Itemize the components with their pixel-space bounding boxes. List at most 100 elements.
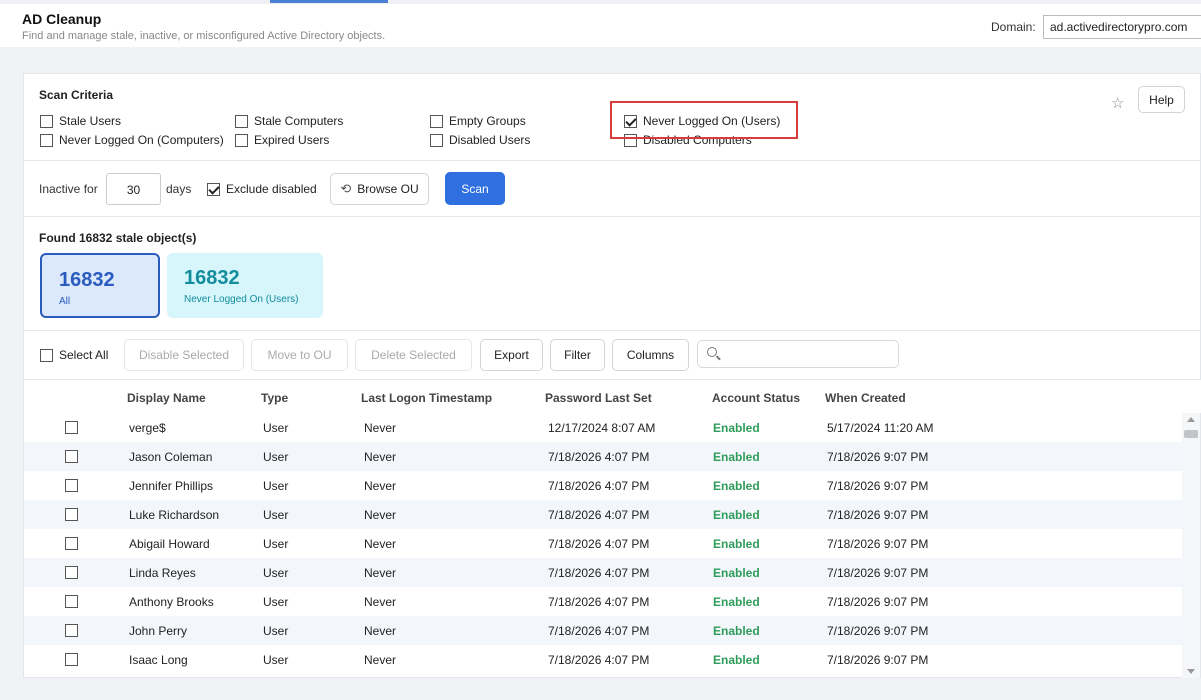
table-row[interactable]: Luke Richardson User Never 7/18/2026 4:07 P… [24,500,1182,529]
scroll-thumb[interactable] [1184,430,1198,438]
cell-type: User [263,537,289,551]
criteria-expired-users[interactable]: Expired Users [235,133,329,147]
cell-account-status: Enabled [713,624,760,638]
column-header-account-status[interactable]: Account Status [712,391,800,405]
disable-selected-button[interactable]: Disable Selected [124,339,244,371]
criteria-stale-computers[interactable]: Stale Computers [235,114,343,128]
table-row[interactable]: Jason Coleman User Never 7/18/2026 4:07 PM E… [24,442,1182,471]
filter-button[interactable]: Filter [550,339,605,371]
row-checkbox[interactable] [65,537,78,550]
cell-account-status: Enabled [713,595,760,609]
checkbox[interactable] [40,133,53,147]
scan-button[interactable]: Scan [445,172,505,205]
delete-selected-button[interactable]: Delete Selected [355,339,472,371]
checkbox[interactable] [430,133,443,147]
cell-when-created: 7/18/2026 9:07 PM [827,595,929,609]
browse-ou-button[interactable]: ⟲ Browse OU [330,173,429,205]
cell-display-name: John Perry [129,624,188,638]
inactive-for-label: Inactive for [39,182,98,196]
days-label: days [166,182,192,196]
row-checkbox[interactable] [65,566,78,579]
scroll-up-icon[interactable] [1187,417,1195,422]
stat-card-never-logged-on-users[interactable]: 16832 Never Logged On (Users) [167,253,323,318]
top-edge [0,0,1201,4]
checkbox[interactable] [235,133,248,147]
stat-label: Never Logged On (Users) [184,294,299,305]
inactive-days-input[interactable]: 30 [106,173,161,205]
scroll-down-icon[interactable] [1187,669,1195,674]
divider [24,330,1201,331]
cell-account-status: Enabled [713,508,760,522]
row-checkbox[interactable] [65,450,78,463]
cell-account-status: Enabled [713,566,760,580]
top-bar: AD Cleanup Find and manage stale, inacti… [0,0,1201,47]
stat-card-all[interactable]: 16832 All [40,253,160,318]
criteria-disabled-users[interactable]: Disabled Users [430,133,530,147]
cell-display-name: Jennifer Phillips [129,479,214,493]
column-header-when-created[interactable]: When Created [825,391,906,405]
cell-display-name: Isaac Long [129,653,188,667]
stat-count: 16832 [184,267,240,289]
cell-display-name: Jason Coleman [129,450,213,464]
results-found-label: Found 16832 stale object(s) [39,231,197,245]
row-checkbox[interactable] [65,595,78,608]
criteria-stale-users[interactable]: Stale Users [40,114,121,128]
column-header-last-logon[interactable]: Last Logon Timestamp [361,391,492,405]
checkbox[interactable] [430,114,443,128]
cell-last-logon: Never [364,624,397,638]
domain-label: Domain: [991,20,1036,34]
column-header-type[interactable]: Type [261,391,288,405]
search-input[interactable] [697,340,899,368]
cell-type: User [263,450,289,464]
highlight-annotation [610,101,798,139]
cell-last-logon: Never [364,508,397,522]
row-checkbox[interactable] [65,508,78,521]
cell-type: User [263,624,289,638]
columns-button[interactable]: Columns [612,339,689,371]
export-button[interactable]: Export [480,339,543,371]
cell-when-created: 5/17/2024 11:20 AM [827,421,934,435]
table-row[interactable]: Abigail Howard User Never 7/18/2026 4:07 PM… [24,529,1182,558]
column-header-password-last-set[interactable]: Password Last Set [545,391,652,405]
help-button[interactable]: Help [1138,86,1185,113]
cell-type: User [263,508,289,522]
cell-when-created: 7/18/2026 9:07 PM [827,508,929,522]
cell-password-last-set: 7/18/2026 4:07 PM [548,537,650,551]
exclude-disabled-toggle[interactable]: Exclude disabled [207,182,317,196]
cell-when-created: 7/18/2026 9:07 PM [827,624,929,638]
row-checkbox[interactable] [65,653,78,666]
table-row[interactable]: Linda Reyes User Never 7/18/2026 4:07 PM Ena… [24,558,1182,587]
star-icon[interactable]: ☆ [1111,94,1124,112]
browse-ou-label: Browse OU [357,182,419,196]
table-scrollbar[interactable] [1182,413,1200,678]
main-panel: Scan Criteria Stale Users Stale Computer… [23,73,1201,678]
table-row[interactable]: Anthony Brooks User Never 7/18/2026 4:07 PM… [24,587,1182,616]
checkbox-checked[interactable] [207,182,220,196]
table-row[interactable]: Jennifer Phillips User Never 7/18/2026 4:07… [24,471,1182,500]
table-row[interactable]: Isaac Long User Never 7/18/2026 4:07 PM Enab… [24,645,1182,674]
checkbox[interactable] [40,114,53,128]
criteria-label: Stale Computers [254,114,344,128]
table-row[interactable]: John Perry User Never 7/18/2026 4:07 PM Enab… [24,616,1182,645]
cell-account-status: Enabled [713,537,760,551]
cell-display-name: Linda Reyes [129,566,196,580]
criteria-never-logged-on-computers[interactable]: Never Logged On (Computers) [40,133,224,147]
criteria-empty-groups[interactable]: Empty Groups [430,114,526,128]
checkbox[interactable] [235,114,248,128]
row-checkbox[interactable] [65,624,78,637]
select-all-toggle[interactable]: Select All [40,348,108,362]
active-tab-indicator [270,0,388,3]
row-checkbox[interactable] [65,479,78,492]
column-header-display-name[interactable]: Display Name [127,391,206,405]
cell-when-created: 7/18/2026 9:07 PM [827,653,929,667]
move-to-ou-button[interactable]: Move to OU [251,339,348,371]
stat-label: All [59,296,71,307]
cell-when-created: 7/18/2026 9:07 PM [827,450,929,464]
checkbox[interactable] [40,348,53,362]
table-row[interactable]: verge$ User Never 12/17/2024 8:07 AM Enabled… [24,413,1182,442]
cell-display-name: verge$ [129,421,166,435]
domain-select[interactable]: ad.activedirectorypro.com [1043,15,1201,39]
cell-password-last-set: 12/17/2024 8:07 AM [548,421,656,435]
row-checkbox[interactable] [65,421,78,434]
criteria-label: Expired Users [254,133,330,147]
